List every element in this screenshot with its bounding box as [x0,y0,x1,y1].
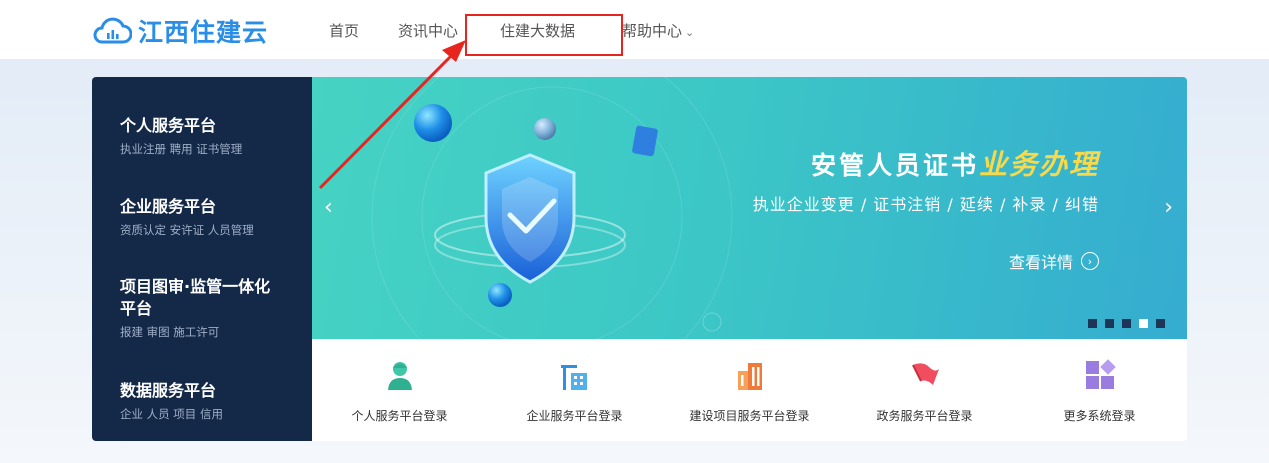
chevron-right-circle-icon: › [1081,252,1099,270]
flag-icon [912,363,939,385]
nav-home[interactable]: 首页 [329,20,359,41]
grid-icon [1086,359,1116,389]
sidebar-item-personal[interactable]: 个人服务平台 执业注册 聘用 证书管理 [120,115,290,157]
sidebar-item-enterprise[interactable]: 企业服务平台 资质认定 安许证 人员管理 [120,196,290,238]
login-label: 政务服务平台登录 [876,409,973,423]
nav-help-label: 帮助中心 [622,22,683,40]
sidebar-item-project[interactable]: 项目图审·监管一体化平台 报建 审图 施工许可 [120,276,280,340]
project-login-button[interactable]: 建设项目服务平台登录 [662,339,837,441]
platform-login-bar: 个人服务平台登录 企业服务平台登录 建设项目服务平台登录 政务服务平台登录 更多… [312,339,1187,441]
top-header: 江西住建云 首页 资讯中心 住建大数据 帮助中心 ⌄ [0,0,1269,60]
carousel-dot[interactable] [1105,319,1114,328]
login-label: 个人服务平台登录 [351,409,448,423]
sidebar-item-title: 企业服务平台 [120,197,217,216]
carousel-dot[interactable] [1122,319,1131,328]
sidebar-item-title: 项目图审·监管一体化平台 [120,277,271,318]
more-systems-login-button[interactable]: 更多系统登录 [1012,339,1187,441]
login-label: 企业服务平台登录 [526,409,623,423]
sidebar-item-title: 个人服务平台 [120,116,217,135]
banner-title-main: 安管人员证书 [810,151,979,180]
banner-title: 安管人员证书业务办理 [811,143,1099,183]
site-logo[interactable]: 江西住建云 [92,14,268,48]
sidebar-item-subtitle: 资质认定 安许证 人员管理 [120,223,254,237]
sidebar-item-data[interactable]: 数据服务平台 企业 人员 项目 信用 [120,380,290,422]
carousel-indicators [1088,319,1165,328]
nav-news[interactable]: 资讯中心 [398,20,458,41]
view-details-link[interactable]: 查看详情 › [1009,249,1099,273]
government-login-button[interactable]: 政务服务平台登录 [837,339,1012,441]
carousel-dot[interactable] [1156,319,1165,328]
crane-building-icon [561,365,587,390]
personal-login-button[interactable]: 个人服务平台登录 [312,339,487,441]
buildings-icon [738,363,762,390]
carousel-dot-active[interactable] [1139,319,1148,328]
logo-text: 江西住建云 [138,18,269,47]
sidebar-item-subtitle: 报建 审图 施工许可 [120,325,220,339]
login-label: 建设项目服务平台登录 [689,409,810,423]
sidebar-item-subtitle: 企业 人员 项目 信用 [120,407,223,421]
cloud-logo-icon [93,17,132,44]
banner-subtitle: 执业企业变更 / 证书注销 / 延续 / 补录 / 纠错 [752,195,1099,214]
sidebar-item-title: 数据服务平台 [120,381,217,400]
enterprise-login-button[interactable]: 企业服务平台登录 [487,339,662,441]
view-details-label: 查看详情 [1008,253,1073,272]
platform-sidebar: 个人服务平台 执业注册 聘用 证书管理 企业服务平台 资质认定 安许证 人员管理… [92,77,312,441]
carousel-dot[interactable] [1088,319,1097,328]
hero-banner[interactable]: ‹ › 安管人员证书业务办理 执业企业变更 / 证书注销 / 延续 / 补录 /… [312,77,1187,339]
banner-next-arrow-icon[interactable]: › [1164,197,1173,219]
annotation-highlight-box [465,14,623,56]
banner-title-accent: 业务办理 [978,148,1099,181]
sidebar-item-subtitle: 执业注册 聘用 证书管理 [120,142,243,156]
banner-prev-arrow-icon[interactable]: ‹ [324,197,333,219]
person-icon [388,362,412,390]
login-label: 更多系统登录 [1063,409,1136,423]
chevron-down-icon: ⌄ [685,26,695,39]
nav-help[interactable]: 帮助中心 ⌄ [622,20,694,41]
